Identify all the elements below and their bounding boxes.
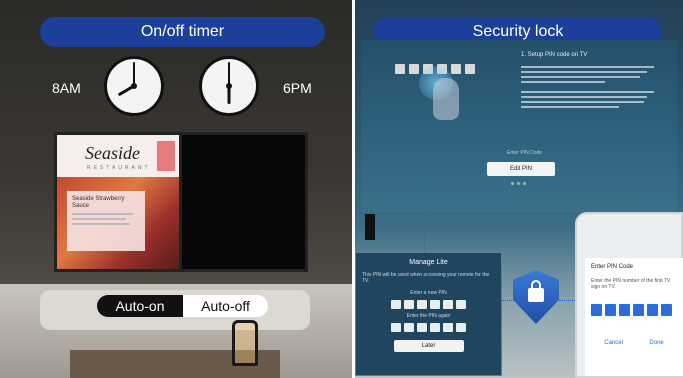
dialog-title: Manage Lite xyxy=(409,259,448,266)
connector-line xyxy=(559,300,575,301)
clock-icon xyxy=(199,56,259,116)
connector-line xyxy=(502,300,514,301)
confirm-pin-label: Enter the PIN again xyxy=(406,313,451,319)
new-pin-input[interactable] xyxy=(362,300,495,309)
menu-tab xyxy=(157,141,175,171)
tv-stand-left xyxy=(365,214,375,240)
recipe-card: Seaside Strawberry Sauce xyxy=(67,191,145,251)
edit-pin-button[interactable]: Edit PIN xyxy=(487,162,555,176)
later-button[interactable]: Later xyxy=(393,340,464,352)
restaurant-logo: Seaside xyxy=(85,143,140,163)
hand-icon xyxy=(433,78,459,120)
done-button[interactable]: Done xyxy=(649,340,663,346)
pin-hint: Enter PIN Code xyxy=(507,150,543,156)
phone-desc: Enter the PIN number of the first TV sig… xyxy=(591,278,671,290)
phone-pin-card: Enter PIN Code Enter the PIN number of t… xyxy=(585,258,683,376)
recipe-title: Seaside Strawberry Sauce xyxy=(72,196,125,209)
tv-pin-setup-screen: 1. Setup PIN code on TV Enter PIN Code E… xyxy=(361,40,677,212)
cancel-button[interactable]: Cancel xyxy=(604,340,623,346)
panel-title-timer: On/off timer xyxy=(40,17,325,47)
on-off-timer-panel: On/off timer 8AM 6PM Seaside RESTAURANT … xyxy=(0,0,352,378)
auto-on-label[interactable]: Auto-on xyxy=(97,295,183,317)
phone-pin-input[interactable] xyxy=(591,304,677,316)
tv-screen-on: Seaside RESTAURANT Seaside Strawberry Sa… xyxy=(54,132,182,272)
new-pin-label: Enter a new PIN xyxy=(410,290,447,296)
auto-toggle[interactable]: Auto-on Auto-off xyxy=(97,295,268,317)
page-dots xyxy=(511,182,526,185)
pin-dialog: Manage Lite This PIN will be used when a… xyxy=(355,252,502,376)
security-lock-panel: Security lock 1. Setup PIN code on TV En… xyxy=(355,0,683,378)
tv-header: Seaside RESTAURANT xyxy=(57,135,179,177)
lock-icon xyxy=(528,280,544,302)
dialog-desc: This PIN will be used when accessing you… xyxy=(362,272,490,284)
restaurant-logo-sub: RESTAURANT xyxy=(87,165,151,171)
clock-icon xyxy=(104,56,164,116)
connector-line xyxy=(424,178,425,252)
lantern-icon xyxy=(232,320,258,366)
step-title: 1. Setup PIN code on TV xyxy=(521,52,588,58)
time-on-label: 8AM xyxy=(52,80,81,96)
setup-instructions: 1. Setup PIN code on TV xyxy=(521,52,661,111)
tv-screen-off xyxy=(182,132,308,272)
confirm-pin-input[interactable] xyxy=(362,323,495,332)
auto-off-label[interactable]: Auto-off xyxy=(183,295,268,317)
phone-actions: Cancel Done xyxy=(591,340,677,346)
phone-title: Enter PIN Code xyxy=(591,264,634,270)
phone-device: Enter PIN Code Enter the PIN number of t… xyxy=(575,212,683,378)
time-off-label: 6PM xyxy=(283,80,312,96)
